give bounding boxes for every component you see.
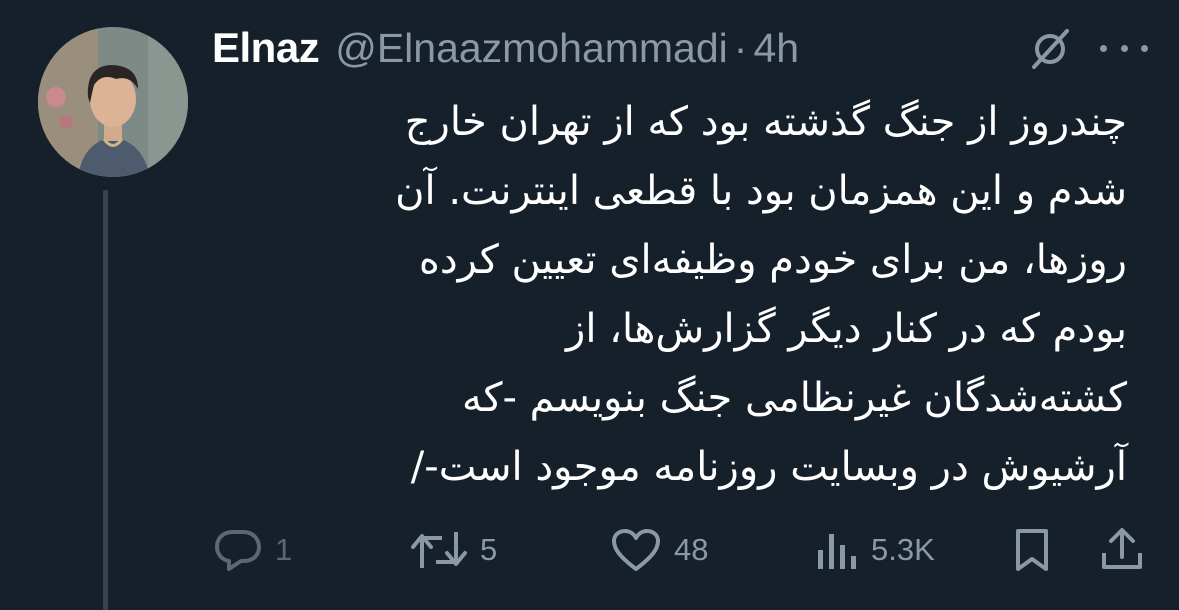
avatar-photo (38, 27, 188, 177)
tweet: Elnaz @Elnaazmohammadi · 4h چندروز از جن… (0, 0, 1179, 610)
tweet-text-line: روزها، من برای خودم وظیفه‌ای تعیین کرده (418, 237, 1127, 283)
share-button[interactable] (1100, 520, 1144, 580)
action-bar: 1 5 48 5.3K (0, 520, 1179, 580)
share-icon (1102, 528, 1142, 569)
tweet-text: چندروز از جنگ گذشته بود که از تهران خارج… (215, 88, 1127, 502)
tweet-text-line: بودم که در کنار دیگر گزارش‌ها، از (566, 306, 1127, 352)
timestamp[interactable]: 4h (753, 25, 799, 72)
more-dot (1100, 44, 1107, 52)
tweet-text-line: آرشیوش در وبسایت روزنامه موجود است-/ (410, 444, 1127, 490)
like-button[interactable]: 48 (610, 520, 708, 580)
like-count: 48 (674, 532, 709, 567)
bookmark-icon (1016, 529, 1048, 571)
more-icon[interactable] (1100, 28, 1148, 68)
more-dot (1120, 44, 1128, 52)
grok-icon[interactable] (1027, 26, 1073, 72)
reply-button[interactable]: 1 (213, 520, 292, 580)
avatar[interactable] (38, 27, 188, 177)
reply-icon (215, 530, 261, 571)
separator-dot: · (733, 24, 748, 71)
bookmark-button[interactable] (1014, 520, 1050, 580)
tweet-header: Elnaz @Elnaazmohammadi · 4h (212, 22, 799, 74)
user-handle[interactable]: @Elnaazmohammadi (335, 25, 728, 72)
views-button[interactable]: 5.3K (815, 520, 935, 580)
more-dot (1141, 44, 1148, 52)
views-icon (818, 534, 856, 569)
tweet-text-line: چندروز از جنگ گذشته بود که از تهران خارج (404, 99, 1127, 145)
views-count: 5.3K (871, 532, 935, 567)
repost-count: 5 (480, 532, 498, 567)
reply-count: 1 (275, 532, 293, 567)
like-icon (612, 529, 660, 571)
tweet-text-line: کشته‌شدگان غیرنظامی جنگ بنویسم -که (462, 375, 1127, 421)
tweet-text-line: شدم و این همزمان بود با قطعی اینترنت. آن (395, 168, 1127, 214)
display-name[interactable]: Elnaz (212, 24, 320, 72)
repost-button[interactable]: 5 (410, 520, 497, 580)
repost-icon (411, 532, 467, 568)
